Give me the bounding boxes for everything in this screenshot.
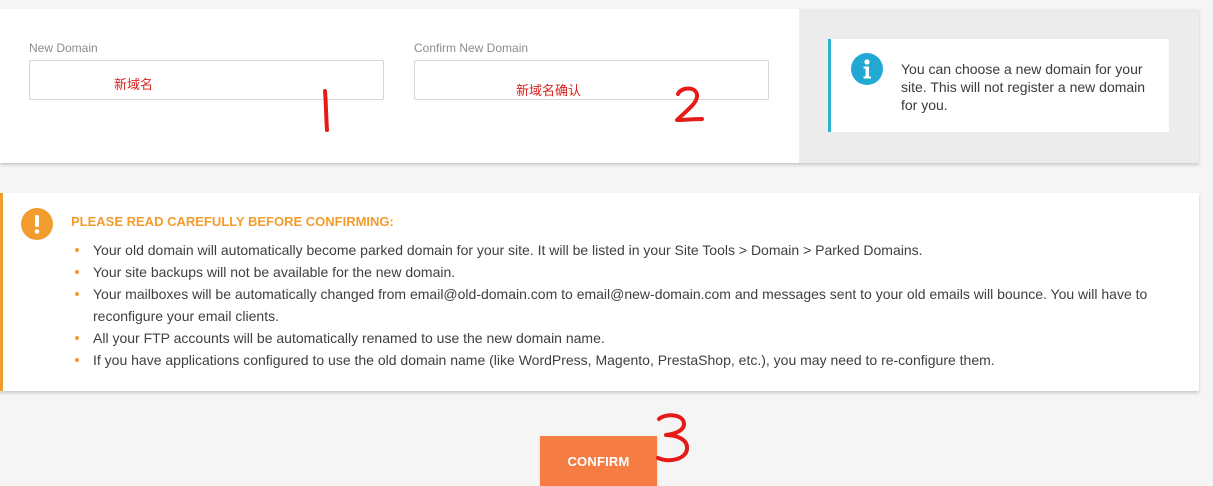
- info-icon: [851, 53, 883, 85]
- info-text: You can choose a new domain for your sit…: [901, 61, 1146, 113]
- new-domain-input[interactable]: [29, 60, 384, 100]
- confirm-domain-field: Confirm New Domain: [414, 40, 769, 100]
- info-panel: You can choose a new domain for your sit…: [799, 9, 1199, 163]
- warning-item: Your site backups will not be available …: [71, 261, 1171, 283]
- confirm-domain-label: Confirm New Domain: [414, 41, 529, 55]
- new-domain-label: New Domain: [29, 41, 98, 55]
- change-domain-card: New Domain Confirm New Domain You can ch…: [0, 9, 1199, 163]
- annotation-mark-3: [656, 413, 689, 463]
- info-box: You can choose a new domain for your sit…: [828, 39, 1169, 132]
- confirm-button[interactable]: CONFIRM: [540, 436, 657, 486]
- handwritten-note-new-domain: 新域名: [114, 78, 154, 93]
- warning-title: PLEASE READ CAREFULLY BEFORE CONFIRMING:: [71, 214, 394, 229]
- warning-item: Your old domain will automatically becom…: [71, 239, 1171, 261]
- confirm-domain-input[interactable]: [414, 60, 769, 100]
- handwritten-note-confirm-domain: 新域名确认: [516, 84, 582, 99]
- warning-card: PLEASE READ CAREFULLY BEFORE CONFIRMING:…: [0, 193, 1199, 391]
- exclamation-icon: [21, 208, 53, 240]
- warning-item: All your FTP accounts will be automatica…: [71, 327, 1171, 349]
- warning-list: Your old domain will automatically becom…: [71, 239, 1171, 371]
- new-domain-field: New Domain: [29, 40, 384, 100]
- warning-item: Your mailboxes will be automatically cha…: [71, 283, 1171, 327]
- warning-item: If you have applications configured to u…: [71, 349, 1171, 371]
